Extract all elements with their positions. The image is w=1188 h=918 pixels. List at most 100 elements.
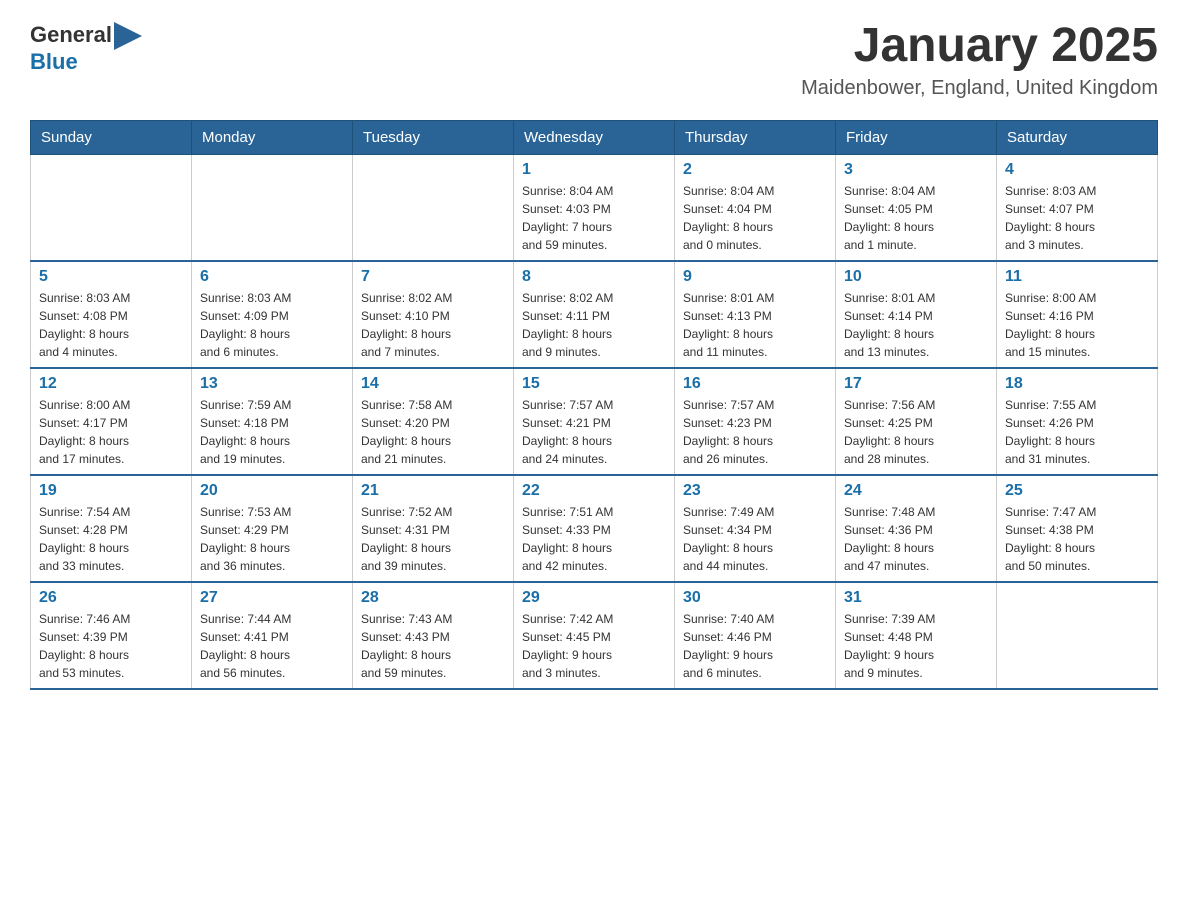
day-number: 10 — [844, 268, 988, 286]
day-number: 15 — [522, 375, 666, 393]
day-info: Sunrise: 7:56 AM Sunset: 4:25 PM Dayligh… — [844, 396, 988, 468]
calendar-cell: 13 Sunrise: 7:59 AM Sunset: 4:18 PM Dayli… — [192, 368, 353, 475]
logo-general-text: General — [30, 23, 112, 47]
day-number: 12 — [39, 375, 183, 393]
day-info: Sunrise: 8:04 AM Sunset: 4:03 PM Dayligh… — [522, 182, 666, 254]
calendar-cell: 15 Sunrise: 7:57 AM Sunset: 4:21 PM Dayli… — [514, 368, 675, 475]
calendar-cell: 22 Sunrise: 7:51 AM Sunset: 4:33 PM Dayli… — [514, 475, 675, 582]
calendar-cell — [31, 154, 192, 261]
day-info: Sunrise: 8:03 AM Sunset: 4:09 PM Dayligh… — [200, 289, 344, 361]
week-row-5: 26Sunrise: 7:46 AM Sunset: 4:39 PM Dayli… — [31, 582, 1158, 689]
day-number: 11 — [1005, 268, 1149, 286]
day-info: Sunrise: 7:43 AM Sunset: 4:43 PM Dayligh… — [361, 610, 505, 682]
page-subtitle: Maidenbower, England, United Kingdom — [801, 77, 1158, 100]
day-info: Sunrise: 8:01 AM Sunset: 4:13 PM Dayligh… — [683, 289, 827, 361]
calendar-cell — [353, 154, 514, 261]
week-row-2: 5 Sunrise: 8:03 AM Sunset: 4:08 PM Daylig… — [31, 261, 1158, 368]
calendar-cell: 17 Sunrise: 7:56 AM Sunset: 4:25 PM Dayli… — [836, 368, 997, 475]
day-info: Sunrise: 8:02 AM Sunset: 4:10 PM Dayligh… — [361, 289, 505, 361]
calendar-table: SundayMondayTuesdayWednesdayThursdayFrid… — [30, 120, 1158, 690]
day-info: Sunrise: 7:54 AM Sunset: 4:28 PM Dayligh… — [39, 503, 183, 575]
day-info: Sunrise: 7:47 AM Sunset: 4:38 PM Dayligh… — [1005, 503, 1149, 575]
day-number: 27 — [200, 589, 344, 607]
day-number: 25 — [1005, 482, 1149, 500]
day-number: 8 — [522, 268, 666, 286]
calendar-cell: 6 Sunrise: 8:03 AM Sunset: 4:09 PM Daylig… — [192, 261, 353, 368]
column-header-tuesday: Tuesday — [353, 120, 514, 154]
column-header-wednesday: Wednesday — [514, 120, 675, 154]
page-title: January 2025 — [801, 20, 1158, 73]
day-number: 13 — [200, 375, 344, 393]
day-number: 21 — [361, 482, 505, 500]
column-header-monday: Monday — [192, 120, 353, 154]
day-number: 7 — [361, 268, 505, 286]
day-number: 17 — [844, 375, 988, 393]
day-info: Sunrise: 8:04 AM Sunset: 4:04 PM Dayligh… — [683, 182, 827, 254]
title-area: January 2025 Maidenbower, England, Unite… — [801, 20, 1158, 100]
day-info: Sunrise: 8:03 AM Sunset: 4:07 PM Dayligh… — [1005, 182, 1149, 254]
calendar-cell — [192, 154, 353, 261]
day-info: Sunrise: 8:00 AM Sunset: 4:16 PM Dayligh… — [1005, 289, 1149, 361]
day-number: 6 — [200, 268, 344, 286]
calendar-cell: 11 Sunrise: 8:00 AM Sunset: 4:16 PM Dayli… — [997, 261, 1158, 368]
day-number: 14 — [361, 375, 505, 393]
day-number: 23 — [683, 482, 827, 500]
column-header-thursday: Thursday — [675, 120, 836, 154]
day-number: 9 — [683, 268, 827, 286]
day-info: Sunrise: 7:57 AM Sunset: 4:21 PM Dayligh… — [522, 396, 666, 468]
day-number: 19 — [39, 482, 183, 500]
day-number: 31 — [844, 589, 988, 607]
day-number: 18 — [1005, 375, 1149, 393]
day-info: Sunrise: 7:40 AM Sunset: 4:46 PM Dayligh… — [683, 610, 827, 682]
calendar-cell: 29Sunrise: 7:42 AM Sunset: 4:45 PM Dayli… — [514, 582, 675, 689]
day-info: Sunrise: 8:03 AM Sunset: 4:08 PM Dayligh… — [39, 289, 183, 361]
calendar-cell: 28 Sunrise: 7:43 AM Sunset: 4:43 PM Dayli… — [353, 582, 514, 689]
column-header-saturday: Saturday — [997, 120, 1158, 154]
day-info: Sunrise: 7:51 AM Sunset: 4:33 PM Dayligh… — [522, 503, 666, 575]
calendar-cell: 7 Sunrise: 8:02 AM Sunset: 4:10 PM Daylig… — [353, 261, 514, 368]
week-row-4: 19 Sunrise: 7:54 AM Sunset: 4:28 PM Dayli… — [31, 475, 1158, 582]
week-row-3: 12Sunrise: 8:00 AM Sunset: 4:17 PM Dayli… — [31, 368, 1158, 475]
calendar-cell: 24Sunrise: 7:48 AM Sunset: 4:36 PM Dayli… — [836, 475, 997, 582]
day-number: 28 — [361, 589, 505, 607]
calendar-cell: 19 Sunrise: 7:54 AM Sunset: 4:28 PM Dayli… — [31, 475, 192, 582]
day-number: 2 — [683, 161, 827, 179]
calendar-cell: 10 Sunrise: 8:01 AM Sunset: 4:14 PM Dayli… — [836, 261, 997, 368]
day-info: Sunrise: 7:49 AM Sunset: 4:34 PM Dayligh… — [683, 503, 827, 575]
calendar-cell: 27 Sunrise: 7:44 AM Sunset: 4:41 PM Dayli… — [192, 582, 353, 689]
calendar-cell: 26Sunrise: 7:46 AM Sunset: 4:39 PM Dayli… — [31, 582, 192, 689]
day-info: Sunrise: 7:53 AM Sunset: 4:29 PM Dayligh… — [200, 503, 344, 575]
calendar-cell: 21 Sunrise: 7:52 AM Sunset: 4:31 PM Dayli… — [353, 475, 514, 582]
calendar-cell: 23 Sunrise: 7:49 AM Sunset: 4:34 PM Dayli… — [675, 475, 836, 582]
day-number: 24 — [844, 482, 988, 500]
day-number: 5 — [39, 268, 183, 286]
calendar-cell: 18 Sunrise: 7:55 AM Sunset: 4:26 PM Dayli… — [997, 368, 1158, 475]
day-info: Sunrise: 7:55 AM Sunset: 4:26 PM Dayligh… — [1005, 396, 1149, 468]
day-info: Sunrise: 8:04 AM Sunset: 4:05 PM Dayligh… — [844, 182, 988, 254]
day-number: 3 — [844, 161, 988, 179]
day-info: Sunrise: 7:39 AM Sunset: 4:48 PM Dayligh… — [844, 610, 988, 682]
calendar-cell: 20 Sunrise: 7:53 AM Sunset: 4:29 PM Dayli… — [192, 475, 353, 582]
calendar-cell: 5 Sunrise: 8:03 AM Sunset: 4:08 PM Daylig… — [31, 261, 192, 368]
calendar-cell: 31 Sunrise: 7:39 AM Sunset: 4:48 PM Dayli… — [836, 582, 997, 689]
calendar-header-row: SundayMondayTuesdayWednesdayThursdayFrid… — [31, 120, 1158, 154]
day-info: Sunrise: 8:02 AM Sunset: 4:11 PM Dayligh… — [522, 289, 666, 361]
day-number: 4 — [1005, 161, 1149, 179]
day-info: Sunrise: 7:59 AM Sunset: 4:18 PM Dayligh… — [200, 396, 344, 468]
day-number: 1 — [522, 161, 666, 179]
day-number: 30 — [683, 589, 827, 607]
calendar-cell: 14Sunrise: 7:58 AM Sunset: 4:20 PM Dayli… — [353, 368, 514, 475]
calendar-cell: 9 Sunrise: 8:01 AM Sunset: 4:13 PM Daylig… — [675, 261, 836, 368]
day-number: 22 — [522, 482, 666, 500]
logo-triangle-icon — [114, 22, 142, 50]
day-number: 20 — [200, 482, 344, 500]
column-header-friday: Friday — [836, 120, 997, 154]
day-info: Sunrise: 7:52 AM Sunset: 4:31 PM Dayligh… — [361, 503, 505, 575]
week-row-1: 1 Sunrise: 8:04 AM Sunset: 4:03 PM Daylig… — [31, 154, 1158, 261]
calendar-cell — [997, 582, 1158, 689]
calendar-cell: 3 Sunrise: 8:04 AM Sunset: 4:05 PM Daylig… — [836, 154, 997, 261]
day-info: Sunrise: 8:01 AM Sunset: 4:14 PM Dayligh… — [844, 289, 988, 361]
day-info: Sunrise: 7:44 AM Sunset: 4:41 PM Dayligh… — [200, 610, 344, 682]
calendar-cell: 25 Sunrise: 7:47 AM Sunset: 4:38 PM Dayli… — [997, 475, 1158, 582]
calendar-cell: 16Sunrise: 7:57 AM Sunset: 4:23 PM Dayli… — [675, 368, 836, 475]
